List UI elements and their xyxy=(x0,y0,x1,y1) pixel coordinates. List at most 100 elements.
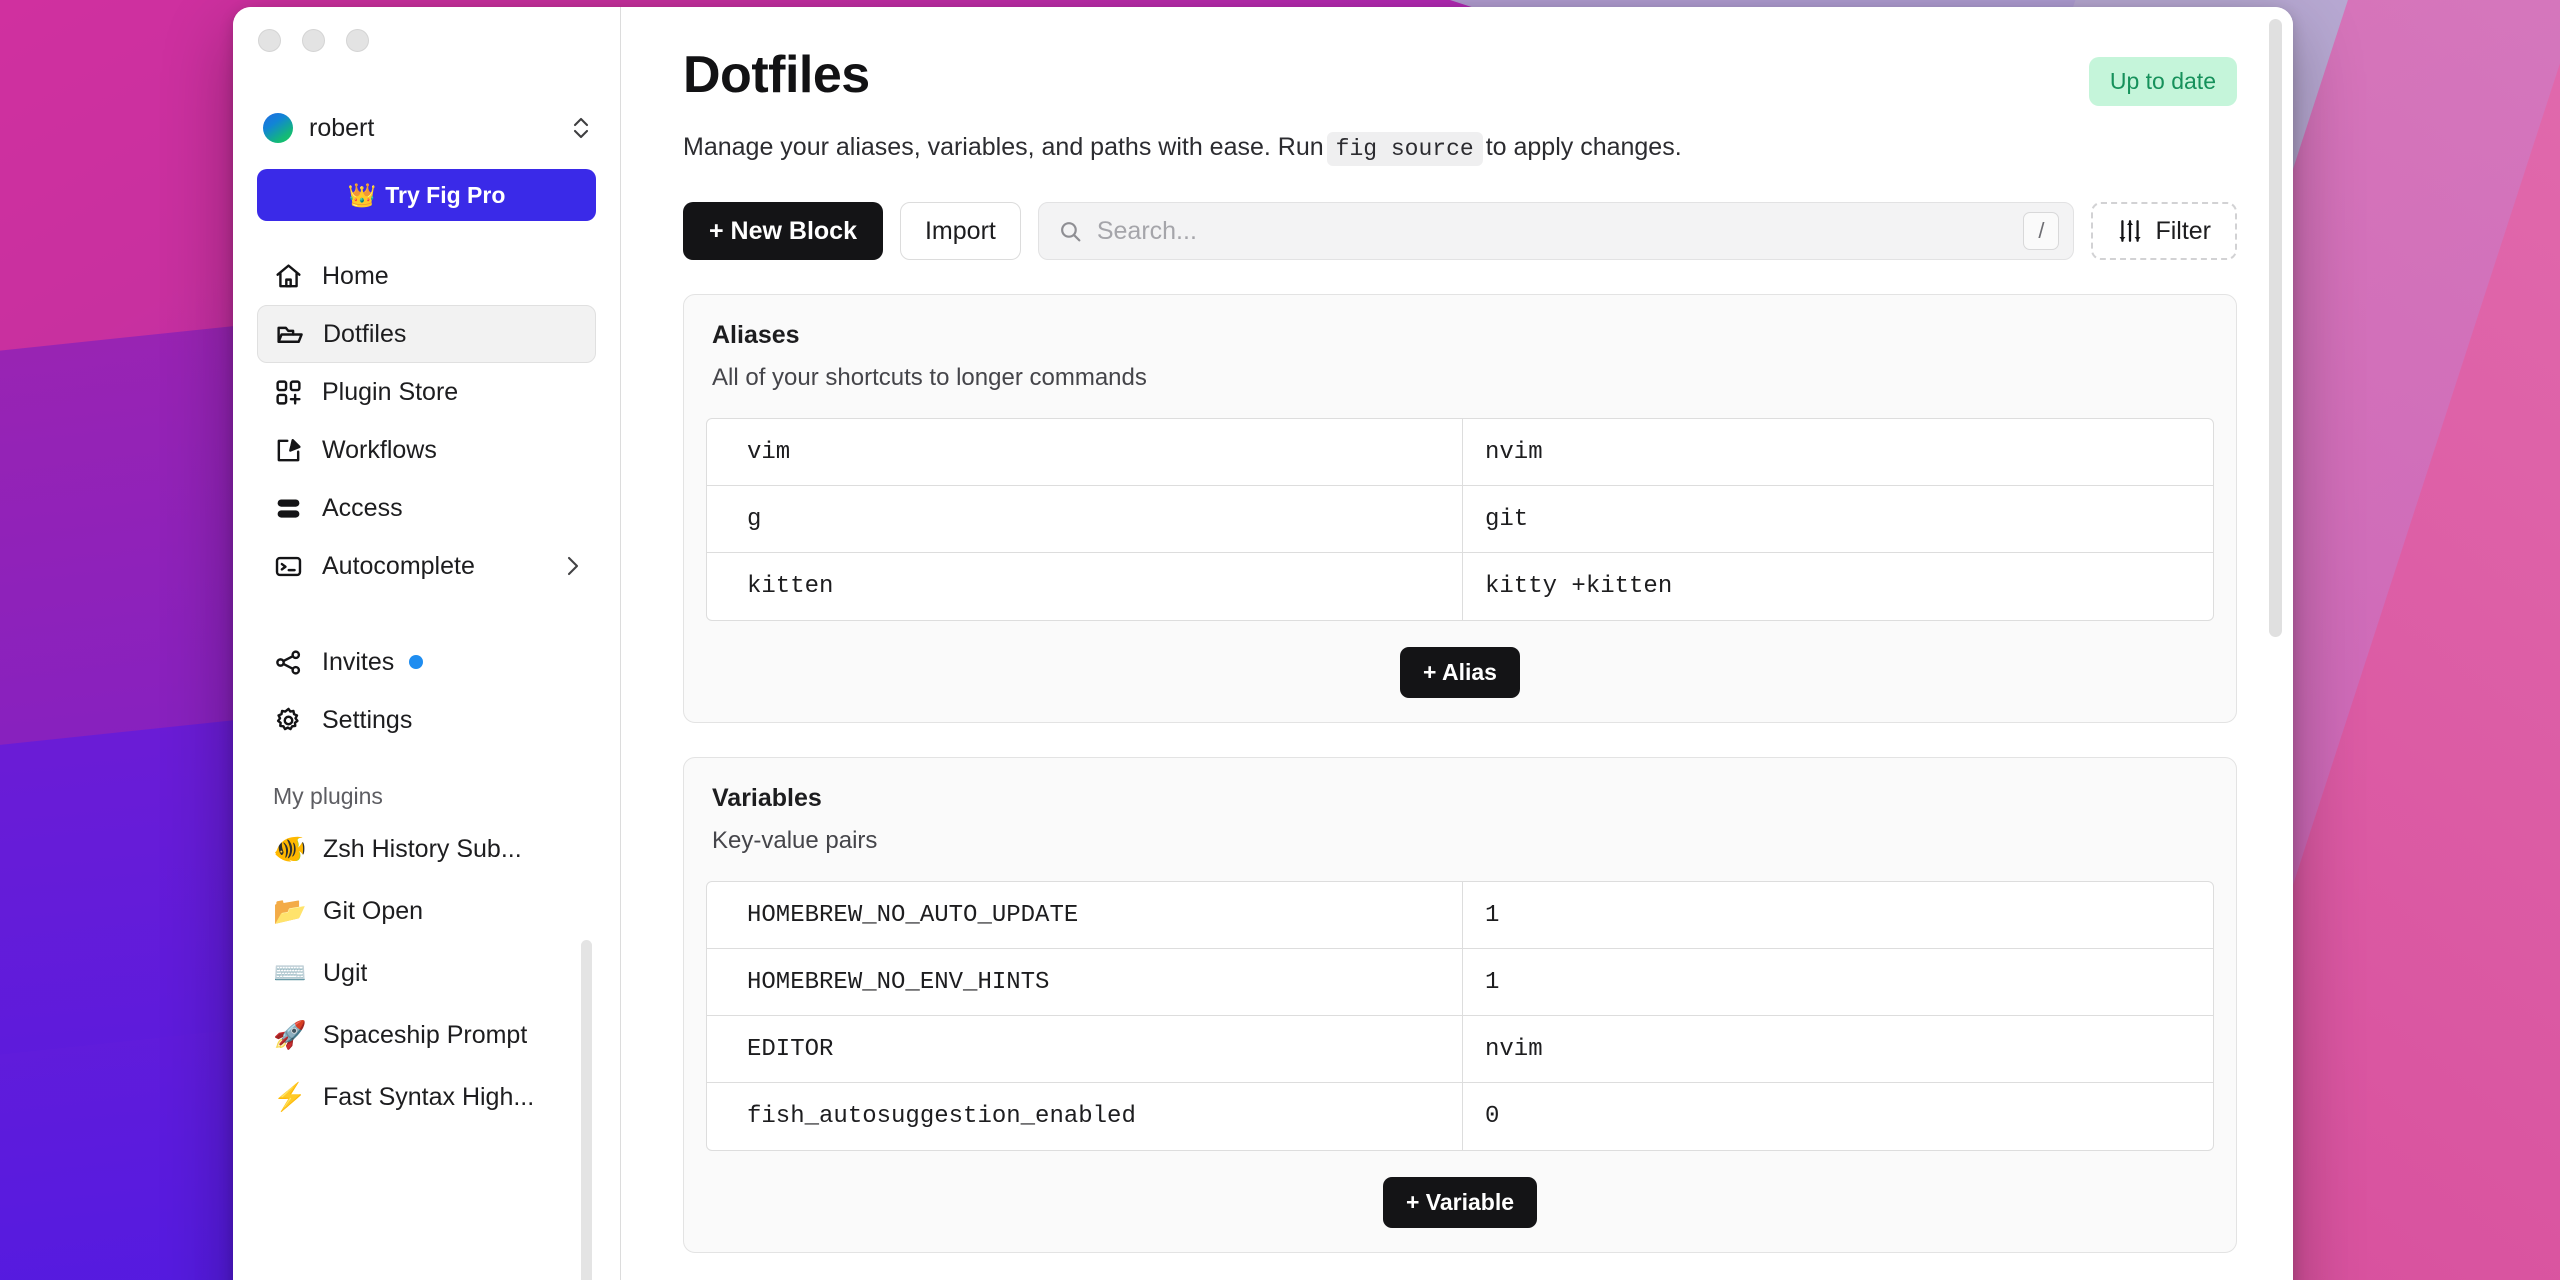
new-block-button[interactable]: + New Block xyxy=(683,202,883,260)
nav-divider-space xyxy=(233,595,620,633)
slash-shortcut-key: / xyxy=(2023,212,2060,250)
sidebar-item-access[interactable]: Access xyxy=(257,479,596,537)
minimize-button[interactable] xyxy=(302,29,325,52)
sidebar-item-label: Settings xyxy=(322,705,413,734)
plugin-label: Ugit xyxy=(323,958,368,987)
close-button[interactable] xyxy=(258,29,281,52)
plugins-section-header: My plugins xyxy=(273,783,383,809)
sidebar-item-autocomplete[interactable]: Autocomplete xyxy=(257,537,596,595)
app-window: robert 👑 Try Fig Pro Home Dotfiles Plugi… xyxy=(233,7,2293,1280)
page-description: Manage your aliases, variables, and path… xyxy=(683,132,2237,166)
table-row[interactable]: EDITOR nvim xyxy=(707,1016,2213,1083)
variable-key[interactable]: EDITOR xyxy=(707,1016,1463,1082)
edit-square-icon xyxy=(273,435,303,465)
alias-value[interactable]: git xyxy=(1463,486,2213,552)
plugin-label: Spaceship Prompt xyxy=(323,1020,528,1049)
alias-value[interactable]: kitty +kitten xyxy=(1463,553,2213,620)
share-nodes-icon xyxy=(273,647,303,677)
folder-icon xyxy=(274,319,304,349)
table-row[interactable]: HOMEBREW_NO_ENV_HINTS 1 xyxy=(707,949,2213,1016)
table-row[interactable]: HOMEBREW_NO_AUTO_UPDATE 1 xyxy=(707,882,2213,949)
sidebar-item-settings[interactable]: Settings xyxy=(257,691,596,749)
table-row[interactable]: vim nvim xyxy=(707,419,2213,486)
sidebar-item-workflows[interactable]: Workflows xyxy=(257,421,596,479)
try-fig-pro-button[interactable]: 👑 Try Fig Pro xyxy=(257,169,596,221)
variable-key[interactable]: HOMEBREW_NO_ENV_HINTS xyxy=(707,949,1463,1015)
table-row[interactable]: g git xyxy=(707,486,2213,553)
table-row[interactable]: kitten kitty +kitten xyxy=(707,553,2213,620)
aliases-card: Aliases All of your shortcuts to longer … xyxy=(683,294,2237,723)
filter-label: Filter xyxy=(2155,216,2211,245)
page-title: Dotfiles xyxy=(683,46,870,104)
filter-button[interactable]: Filter xyxy=(2091,202,2237,260)
plugin-label: Zsh History Sub... xyxy=(323,834,522,863)
unread-dot-icon xyxy=(409,655,424,669)
server-icon xyxy=(273,493,303,523)
card-title: Variables xyxy=(712,784,822,812)
terminal-icon xyxy=(273,551,303,581)
chevron-right-icon xyxy=(566,555,580,577)
crown-icon: 👑 xyxy=(347,181,377,208)
plugin-label: Git Open xyxy=(323,896,424,925)
plugins-list: 🐠 Zsh History Sub... 📂 Git Open ⌨️ Ugit … xyxy=(233,818,620,1128)
add-alias-button[interactable]: + Alias xyxy=(1400,647,1520,698)
zoom-button[interactable] xyxy=(346,29,369,52)
sidebar: robert 👑 Try Fig Pro Home Dotfiles Plugi… xyxy=(233,7,621,1280)
aliases-table: vim nvim g git kitten kitty +kitten xyxy=(706,418,2214,621)
avatar xyxy=(263,113,293,143)
gear-icon xyxy=(273,705,303,735)
rocket-icon: 🚀 xyxy=(273,1019,307,1050)
main-scrollbar[interactable] xyxy=(2269,19,2282,637)
variables-card: Variables Key-value pairs HOMEBREW_NO_AU… xyxy=(683,757,2237,1253)
sidebar-item-home[interactable]: Home xyxy=(257,247,596,305)
variable-key[interactable]: HOMEBREW_NO_AUTO_UPDATE xyxy=(707,882,1463,948)
add-variable-wrap: + Variable xyxy=(706,1177,2214,1228)
plugin-item[interactable]: 🐠 Zsh History Sub... xyxy=(257,818,596,880)
alias-key[interactable]: kitten xyxy=(707,553,1463,620)
page-header: Dotfiles Up to date xyxy=(683,49,2237,106)
sidebar-item-dotfiles[interactable]: Dotfiles xyxy=(257,305,596,363)
toolbar: + New Block Import / xyxy=(683,202,2237,260)
add-variable-button[interactable]: + Variable xyxy=(1382,1177,1538,1228)
open-folder-icon: 📂 xyxy=(273,895,307,926)
variable-value[interactable]: 1 xyxy=(1463,882,2213,948)
chevron-up-down-icon xyxy=(572,115,590,141)
plugin-item[interactable]: ⚡ Fast Syntax High... xyxy=(257,1066,596,1128)
plugin-label: Fast Syntax High... xyxy=(323,1082,535,1111)
search-field[interactable]: / xyxy=(1037,202,2075,260)
sidebar-item-label: Home xyxy=(322,261,389,290)
import-button[interactable]: Import xyxy=(899,202,1021,260)
card-subtitle: All of your shortcuts to longer commands xyxy=(712,364,1147,391)
sidebar-item-plugin-store[interactable]: Plugin Store xyxy=(257,363,596,421)
plugin-item[interactable]: ⌨️ Ugit xyxy=(257,942,596,1004)
search-input[interactable] xyxy=(1096,216,2024,246)
plugin-item[interactable]: 📂 Git Open xyxy=(257,880,596,942)
alias-key[interactable]: vim xyxy=(707,419,1463,485)
variable-value[interactable]: 0 xyxy=(1463,1083,2213,1150)
variable-key[interactable]: fish_autosuggestion_enabled xyxy=(707,1083,1463,1150)
sidebar-item-label: Invites xyxy=(322,647,395,676)
page-description-part-2: to apply changes. xyxy=(1485,133,1682,161)
sidebar-item-label: Dotfiles xyxy=(323,319,407,348)
alias-value[interactable]: nvim xyxy=(1463,419,2213,485)
sidebar-item-label: Autocomplete xyxy=(322,551,475,580)
plugin-item[interactable]: 🚀 Spaceship Prompt xyxy=(257,1004,596,1066)
variable-value[interactable]: 1 xyxy=(1463,949,2213,1015)
sidebar-item-invites[interactable]: Invites xyxy=(257,633,596,691)
status-badge: Up to date xyxy=(2088,57,2237,106)
sidebar-item-label: Plugin Store xyxy=(322,377,459,406)
card-title: Aliases xyxy=(712,321,800,349)
sidebar-scrollbar[interactable] xyxy=(581,940,592,1280)
desktop-background: robert 👑 Try Fig Pro Home Dotfiles Plugi… xyxy=(0,0,2560,1280)
table-row[interactable]: fish_autosuggestion_enabled 0 xyxy=(707,1083,2213,1150)
search-icon xyxy=(1058,219,1083,244)
alias-key[interactable]: g xyxy=(707,486,1463,552)
add-alias-wrap: + Alias xyxy=(706,647,2214,698)
account-switcher[interactable]: robert xyxy=(257,109,596,147)
lightning-icon: ⚡ xyxy=(273,1081,307,1112)
home-icon xyxy=(273,261,303,291)
main-content: Dotfiles Up to date Manage your aliases,… xyxy=(621,7,2293,1280)
variables-table: HOMEBREW_NO_AUTO_UPDATE 1 HOMEBREW_NO_EN… xyxy=(706,881,2214,1151)
variable-value[interactable]: nvim xyxy=(1463,1016,2213,1082)
tropical-fish-icon: 🐠 xyxy=(273,833,307,864)
